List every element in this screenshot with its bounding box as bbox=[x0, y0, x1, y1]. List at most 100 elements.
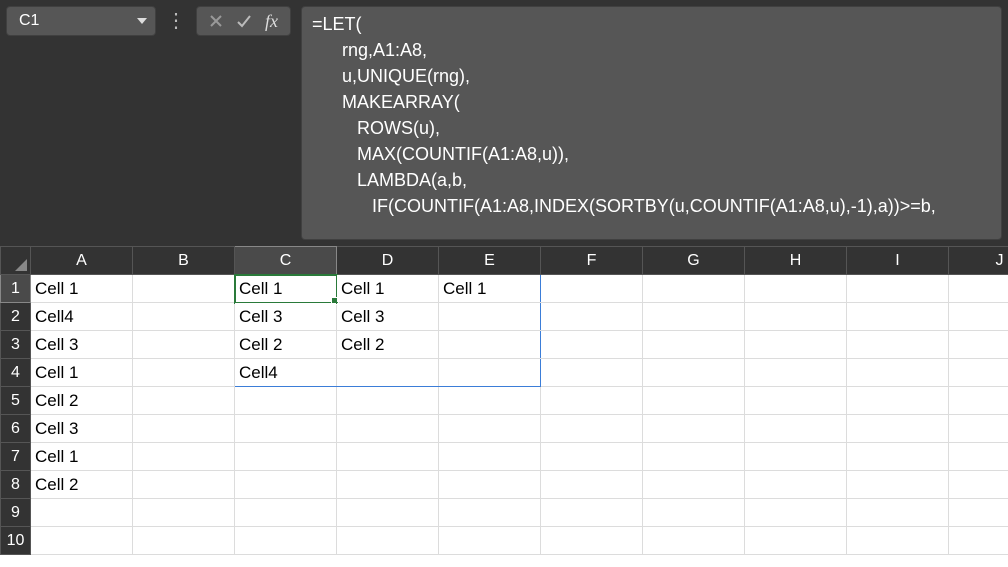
cell[interactable] bbox=[541, 359, 643, 387]
cell[interactable] bbox=[745, 275, 847, 303]
cell[interactable] bbox=[31, 527, 133, 555]
cell[interactable] bbox=[337, 387, 439, 415]
cell[interactable] bbox=[439, 443, 541, 471]
column-header[interactable]: F bbox=[541, 247, 643, 275]
cell[interactable] bbox=[439, 303, 541, 331]
fx-icon[interactable]: fx bbox=[261, 11, 282, 32]
cell[interactable] bbox=[847, 443, 949, 471]
cell[interactable] bbox=[541, 527, 643, 555]
row-header[interactable]: 8 bbox=[1, 471, 31, 499]
cell[interactable] bbox=[133, 359, 235, 387]
cell[interactable] bbox=[439, 499, 541, 527]
cell[interactable] bbox=[949, 527, 1008, 555]
cell[interactable] bbox=[133, 499, 235, 527]
cell[interactable] bbox=[847, 499, 949, 527]
column-header[interactable]: J bbox=[949, 247, 1008, 275]
chevron-down-icon[interactable] bbox=[137, 18, 147, 24]
cell[interactable] bbox=[235, 387, 337, 415]
cell[interactable] bbox=[643, 387, 745, 415]
cell[interactable] bbox=[847, 275, 949, 303]
cell[interactable]: Cell 1 bbox=[439, 275, 541, 303]
enter-icon[interactable] bbox=[233, 10, 255, 32]
cell[interactable] bbox=[643, 303, 745, 331]
cell[interactable] bbox=[847, 471, 949, 499]
cell[interactable] bbox=[745, 471, 847, 499]
formula-input[interactable]: =LET( rng,A1:A8, u,UNIQUE(rng), MAKEARRA… bbox=[301, 6, 1002, 240]
column-header[interactable]: C bbox=[235, 247, 337, 275]
cell[interactable] bbox=[541, 443, 643, 471]
cell[interactable] bbox=[541, 471, 643, 499]
cell[interactable] bbox=[439, 331, 541, 359]
cell[interactable]: Cell 1 bbox=[31, 275, 133, 303]
cell[interactable] bbox=[133, 303, 235, 331]
cell[interactable]: Cell 1 bbox=[31, 359, 133, 387]
cell[interactable] bbox=[949, 303, 1008, 331]
cell[interactable]: Cell 2 bbox=[337, 331, 439, 359]
cell[interactable] bbox=[643, 275, 745, 303]
column-header[interactable]: A bbox=[31, 247, 133, 275]
column-header[interactable]: H bbox=[745, 247, 847, 275]
cell[interactable] bbox=[541, 331, 643, 359]
cell[interactable] bbox=[337, 527, 439, 555]
cell[interactable] bbox=[745, 387, 847, 415]
cancel-icon[interactable] bbox=[205, 10, 227, 32]
cell[interactable] bbox=[337, 359, 439, 387]
cell[interactable] bbox=[847, 331, 949, 359]
row-header[interactable]: 2 bbox=[1, 303, 31, 331]
cell[interactable] bbox=[133, 387, 235, 415]
cell[interactable]: Cell 1 bbox=[31, 443, 133, 471]
column-header[interactable]: D bbox=[337, 247, 439, 275]
cell[interactable] bbox=[745, 331, 847, 359]
cell[interactable] bbox=[439, 359, 541, 387]
column-header[interactable]: E bbox=[439, 247, 541, 275]
cell[interactable] bbox=[949, 331, 1008, 359]
column-header[interactable]: G bbox=[643, 247, 745, 275]
row-header[interactable]: 3 bbox=[1, 331, 31, 359]
cell[interactable] bbox=[541, 275, 643, 303]
cell[interactable] bbox=[337, 443, 439, 471]
cell[interactable] bbox=[235, 443, 337, 471]
cell[interactable] bbox=[643, 443, 745, 471]
cell[interactable] bbox=[643, 471, 745, 499]
cell[interactable] bbox=[949, 415, 1008, 443]
cell[interactable] bbox=[541, 387, 643, 415]
row-header[interactable]: 9 bbox=[1, 499, 31, 527]
cell[interactable] bbox=[643, 331, 745, 359]
cell[interactable]: Cell 2 bbox=[235, 331, 337, 359]
name-box[interactable]: C1 bbox=[6, 6, 156, 36]
cell[interactable] bbox=[133, 471, 235, 499]
spreadsheet-grid[interactable]: ABCDEFGHIJ1Cell 1Cell 1Cell 1Cell 12Cell… bbox=[0, 246, 1008, 567]
cell[interactable] bbox=[745, 359, 847, 387]
cell[interactable]: Cell 3 bbox=[235, 303, 337, 331]
cell[interactable] bbox=[949, 499, 1008, 527]
row-header[interactable]: 10 bbox=[1, 527, 31, 555]
cell[interactable] bbox=[541, 415, 643, 443]
cell[interactable] bbox=[745, 303, 847, 331]
cell[interactable]: Cell4 bbox=[235, 359, 337, 387]
cell[interactable] bbox=[235, 499, 337, 527]
cell[interactable] bbox=[643, 499, 745, 527]
row-header[interactable]: 4 bbox=[1, 359, 31, 387]
cell[interactable]: Cell 3 bbox=[31, 331, 133, 359]
cell[interactable] bbox=[745, 443, 847, 471]
row-header[interactable]: 1 bbox=[1, 275, 31, 303]
cell[interactable]: Cell 1 bbox=[235, 275, 337, 303]
cell[interactable]: Cell 3 bbox=[337, 303, 439, 331]
cell[interactable] bbox=[949, 471, 1008, 499]
cell[interactable] bbox=[235, 527, 337, 555]
cell[interactable] bbox=[439, 527, 541, 555]
cell[interactable] bbox=[133, 275, 235, 303]
cell[interactable] bbox=[745, 415, 847, 443]
cell[interactable] bbox=[235, 471, 337, 499]
cell[interactable] bbox=[541, 303, 643, 331]
cell[interactable]: Cell 1 bbox=[337, 275, 439, 303]
column-header[interactable]: B bbox=[133, 247, 235, 275]
cell[interactable] bbox=[847, 359, 949, 387]
row-header[interactable]: 5 bbox=[1, 387, 31, 415]
cell[interactable] bbox=[847, 387, 949, 415]
cell[interactable] bbox=[337, 415, 439, 443]
cell[interactable]: Cell 3 bbox=[31, 415, 133, 443]
cell[interactable] bbox=[337, 499, 439, 527]
select-all-corner[interactable] bbox=[1, 247, 31, 275]
cell[interactable] bbox=[541, 499, 643, 527]
